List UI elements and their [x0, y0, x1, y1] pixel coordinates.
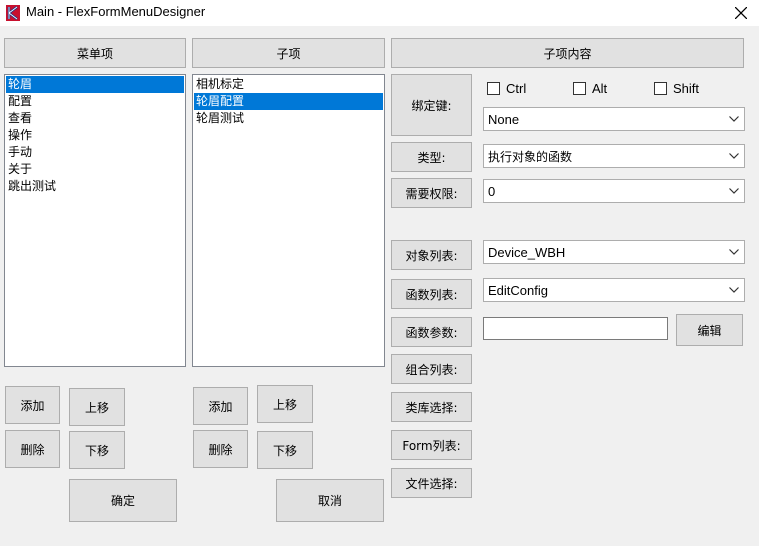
alt-checkbox[interactable]: Alt [573, 81, 607, 96]
file-select-button[interactable]: 文件选择: [391, 468, 472, 498]
bind-key-button[interactable]: 绑定键: [391, 74, 472, 136]
class-lib-button[interactable]: 类库选择: [391, 392, 472, 422]
chevron-down-icon [724, 108, 744, 130]
close-button[interactable] [731, 3, 751, 23]
shift-checkbox-label: Shift [673, 81, 700, 96]
close-icon [734, 6, 748, 20]
menu-move-up-button[interactable]: 上移 [69, 388, 125, 426]
type-select-value: 执行对象的函数 [488, 149, 573, 164]
object-list-button[interactable]: 对象列表: [391, 240, 472, 270]
menu-list-item[interactable]: 查看 [6, 110, 184, 127]
key-select-value: None [488, 111, 520, 127]
key-select[interactable]: None [483, 107, 745, 131]
menu-add-button[interactable]: 添加 [5, 386, 60, 424]
object-select-value: Device_WBH [488, 244, 566, 260]
function-list-button[interactable]: 函数列表: [391, 279, 472, 309]
menu-list-item[interactable]: 关于 [6, 161, 184, 178]
function-select[interactable]: EditConfig [483, 278, 745, 302]
permission-select[interactable]: 0 [483, 179, 745, 203]
ctrl-checkbox-label: Ctrl [506, 81, 527, 96]
permission-button[interactable]: 需要权限: [391, 178, 472, 208]
ok-button[interactable]: 确定 [69, 479, 177, 522]
form-list-button[interactable]: Form列表: [391, 430, 472, 460]
menu-delete-button[interactable]: 删除 [5, 430, 60, 468]
sub-move-down-button[interactable]: 下移 [257, 431, 313, 469]
ctrl-checkbox-box[interactable] [487, 82, 500, 95]
alt-checkbox-label: Alt [592, 81, 608, 96]
menu-items-list[interactable]: 轮眉 配置 查看 操作 手动 关于 跳出测试 [4, 74, 186, 367]
sub-items-header[interactable]: 子项 [192, 38, 385, 68]
function-select-value: EditConfig [488, 282, 548, 298]
menu-items-header[interactable]: 菜单项 [4, 38, 186, 68]
window-title: Main - FlexFormMenuDesigner [26, 4, 206, 19]
chevron-down-icon [724, 145, 744, 167]
alt-checkbox-box[interactable] [573, 82, 586, 95]
cancel-button[interactable]: 取消 [276, 479, 384, 522]
title-bar: Main - FlexFormMenuDesigner [0, 0, 759, 26]
menu-list-item[interactable]: 手动 [6, 144, 184, 161]
type-button[interactable]: 类型: [391, 142, 472, 172]
shift-checkbox[interactable]: Shift [654, 81, 699, 96]
menu-list-item[interactable]: 操作 [6, 127, 184, 144]
function-params-button[interactable]: 函数参数: [391, 317, 472, 347]
bottom-strip [0, 540, 759, 546]
app-icon [6, 5, 20, 21]
sub-move-up-button[interactable]: 上移 [257, 385, 313, 423]
sub-item-content-header[interactable]: 子项内容 [391, 38, 744, 68]
permission-select-value: 0 [488, 183, 496, 199]
chevron-down-icon [724, 180, 744, 202]
object-select[interactable]: Device_WBH [483, 240, 745, 264]
function-params-input[interactable] [483, 317, 668, 340]
sub-list-item[interactable]: 轮眉配置 [194, 93, 383, 110]
menu-list-item[interactable]: 轮眉 [6, 76, 184, 93]
sub-list-item[interactable]: 相机标定 [194, 76, 383, 93]
menu-list-item[interactable]: 跳出测试 [6, 178, 184, 195]
combo-list-button[interactable]: 组合列表: [391, 354, 472, 384]
menu-list-item[interactable]: 配置 [6, 93, 184, 110]
edit-button[interactable]: 编辑 [676, 314, 743, 346]
ctrl-checkbox[interactable]: Ctrl [487, 81, 526, 96]
shift-checkbox-box[interactable] [654, 82, 667, 95]
sub-list-item[interactable]: 轮眉测试 [194, 110, 383, 127]
menu-move-down-button[interactable]: 下移 [69, 431, 125, 469]
sub-add-button[interactable]: 添加 [193, 387, 248, 425]
type-select[interactable]: 执行对象的函数 [483, 144, 745, 168]
sub-delete-button[interactable]: 删除 [193, 430, 248, 468]
sub-items-list[interactable]: 相机标定 轮眉配置 轮眉测试 [192, 74, 385, 367]
chevron-down-icon [724, 279, 744, 301]
chevron-down-icon [724, 241, 744, 263]
